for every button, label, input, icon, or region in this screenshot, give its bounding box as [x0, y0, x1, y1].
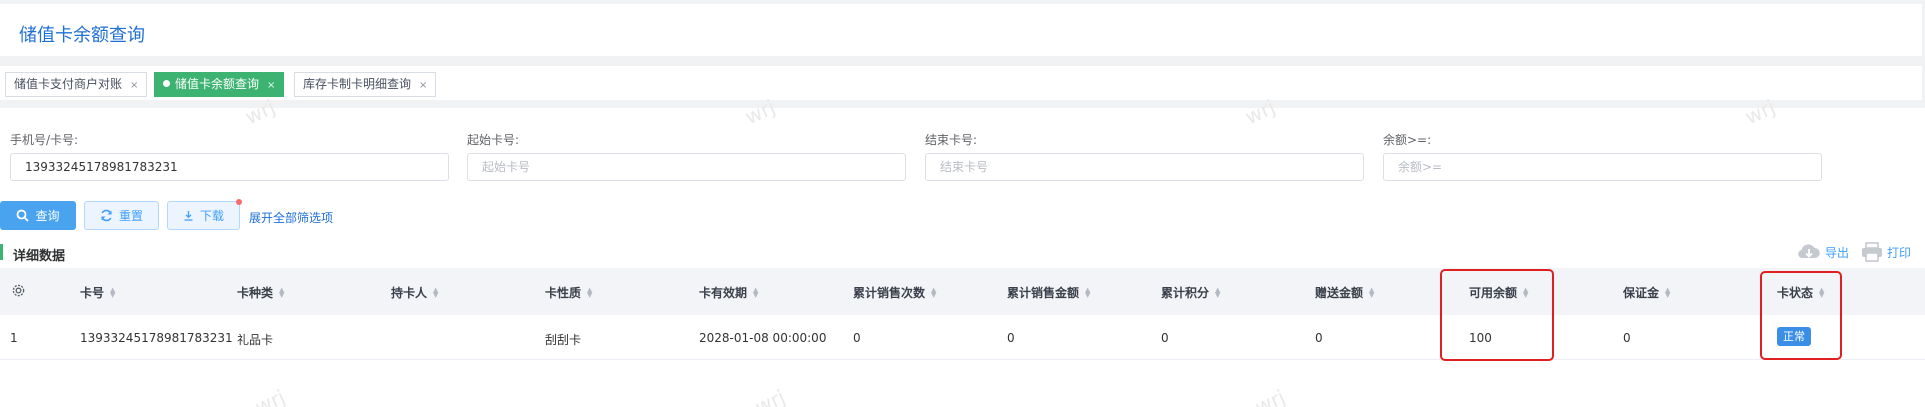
column-header-available-balance[interactable]: 可用余额 ▲ ▼ — [1469, 284, 1528, 301]
sort-icon[interactable]: ▲ ▼ — [587, 286, 592, 298]
sort-icon[interactable]: ▲ ▼ — [433, 286, 438, 298]
cloud-download-icon — [1798, 244, 1820, 259]
reset-button[interactable]: 重置 — [84, 201, 159, 230]
end-card-label: 结束卡号: — [925, 133, 978, 147]
column-header-points[interactable]: 累计积分 ▲ ▼ — [1161, 284, 1220, 301]
sort-icon[interactable]: ▲ ▼ — [110, 286, 115, 298]
close-icon[interactable]: × — [267, 80, 275, 91]
sort-icon[interactable]: ▲ ▼ — [1369, 286, 1374, 298]
column-title: 卡状态 — [1777, 286, 1814, 300]
export-label: 导出 — [1825, 245, 1850, 260]
cell-expiry: 2028-01-08 00:00:00 — [699, 331, 827, 345]
column-title: 累计积分 — [1161, 286, 1210, 300]
download-button[interactable]: 下载 — [167, 199, 242, 230]
search-button[interactable]: 查询 — [0, 201, 76, 230]
sort-icon[interactable]: ▲ ▼ — [1819, 286, 1824, 298]
gear-icon[interactable] — [11, 283, 26, 298]
expand-filters-link[interactable]: 展开全部筛选项 — [249, 209, 333, 226]
tab-merchant-reconciliation[interactable]: 储值卡支付商户对账 × — [5, 72, 148, 97]
sort-icon[interactable]: ▲ ▼ — [753, 286, 758, 298]
column-title: 持卡人 — [391, 286, 428, 300]
column-header-card-type[interactable]: 卡种类 ▲ ▼ — [237, 284, 284, 301]
column-header-deposit[interactable]: 保证金 ▲ ▼ — [1623, 284, 1670, 301]
column-title: 可用余额 — [1469, 286, 1518, 300]
table-header: 卡号 ▲ ▼ 卡种类 ▲ ▼ 持卡人 ▲ ▼ 卡性质 ▲ ▼ 卡有效期 ▲ ▼ 累计销售次数 ▲ ▼ 累… — [0, 268, 1925, 315]
tab-label: 储值卡支付商户对账 — [14, 77, 123, 91]
end-card-input[interactable] — [925, 153, 1364, 181]
sort-icon[interactable]: ▲ ▼ — [279, 286, 284, 298]
tab-bar: 储值卡支付商户对账 × 储值卡余额查询 × 库存卡制卡明细查询 × — [0, 66, 1922, 100]
cell-card-no: 13933245178981783231 — [80, 331, 233, 345]
cell-available-balance: 100 — [1469, 331, 1492, 345]
export-button[interactable]: 导出 — [1797, 242, 1849, 262]
column-title: 累计销售金额 — [1007, 286, 1080, 300]
column-title: 卡种类 — [237, 286, 274, 300]
sort-icon[interactable]: ▲ ▼ — [1085, 286, 1090, 298]
printer-icon — [1862, 242, 1882, 262]
column-title: 卡有效期 — [699, 286, 748, 300]
column-header-status[interactable]: 卡状态 ▲ ▼ — [1777, 284, 1824, 301]
column-title: 累计销售次数 — [853, 286, 926, 300]
refresh-icon — [101, 209, 112, 222]
balance-label: 余额>=: — [1383, 133, 1432, 147]
search-icon — [17, 209, 30, 222]
column-header-gift-amount[interactable]: 赠送金额 ▲ ▼ — [1315, 284, 1374, 301]
section-title: 详细数据 — [13, 249, 66, 264]
column-header-card-no[interactable]: 卡号 ▲ ▼ — [80, 284, 115, 301]
main-panel: 手机号/卡号: 起始卡号: 结束卡号: 余额>=: 查询 重置 下载 展开全部筛… — [0, 108, 1925, 407]
download-button-label: 下载 — [199, 209, 224, 223]
page-title: 储值卡余额查询 — [19, 25, 145, 46]
cell-points: 0 — [1161, 331, 1169, 345]
column-title: 赠送金额 — [1315, 286, 1364, 300]
table-row[interactable]: 1 13933245178981783231 礼品卡 刮刮卡 2028-01-0… — [0, 315, 1925, 360]
column-header-sales-count[interactable]: 累计销售次数 ▲ ▼ — [853, 284, 936, 301]
column-header-card-nature[interactable]: 卡性质 ▲ ▼ — [545, 284, 592, 301]
download-icon — [184, 211, 193, 221]
close-icon[interactable]: × — [419, 80, 427, 91]
column-title: 卡性质 — [545, 286, 582, 300]
column-header-expiry[interactable]: 卡有效期 ▲ ▼ — [699, 284, 758, 301]
column-title: 卡号 — [80, 286, 105, 300]
search-button-label: 查询 — [35, 209, 60, 223]
cell-card-type: 礼品卡 — [237, 333, 274, 347]
phone-card-input[interactable] — [10, 153, 449, 181]
tab-balance-query[interactable]: 储值卡余额查询 × — [154, 72, 285, 97]
cell-card-nature: 刮刮卡 — [545, 333, 582, 347]
section-accent-bar — [0, 244, 3, 260]
sort-icon[interactable]: ▲ ▼ — [1665, 286, 1670, 298]
cell-sales-count: 0 — [853, 331, 861, 345]
notification-dot — [236, 199, 242, 205]
status-badge: 正常 — [1777, 327, 1811, 346]
active-dot-icon — [163, 80, 170, 87]
reset-button-label: 重置 — [118, 209, 143, 223]
column-header-holder[interactable]: 持卡人 ▲ ▼ — [391, 284, 438, 301]
tab-label: 储值卡余额查询 — [175, 77, 260, 91]
sort-icon[interactable]: ▲ ▼ — [1523, 286, 1528, 298]
print-button[interactable]: 打印 — [1861, 242, 1911, 262]
tab-label: 库存卡制卡明细查询 — [303, 77, 412, 91]
cell-sales-amount: 0 — [1007, 331, 1015, 345]
tab-stock-card-detail[interactable]: 库存卡制卡明细查询 × — [294, 72, 437, 97]
cell-gift-amount: 0 — [1315, 331, 1323, 345]
close-icon[interactable]: × — [130, 80, 138, 91]
row-index: 1 — [10, 331, 18, 345]
start-card-input[interactable] — [467, 153, 906, 181]
phone-card-label: 手机号/卡号: — [10, 133, 79, 147]
column-header-sales-amount[interactable]: 累计销售金额 ▲ ▼ — [1007, 284, 1090, 301]
page-header: 储值卡余额查询 — [0, 4, 1922, 56]
balance-input[interactable] — [1383, 153, 1822, 181]
sort-icon[interactable]: ▲ ▼ — [1215, 286, 1220, 298]
cell-deposit: 0 — [1623, 331, 1631, 345]
column-title: 保证金 — [1623, 286, 1660, 300]
sort-icon[interactable]: ▲ ▼ — [931, 286, 936, 298]
start-card-label: 起始卡号: — [467, 133, 520, 147]
print-label: 打印 — [1887, 245, 1912, 260]
